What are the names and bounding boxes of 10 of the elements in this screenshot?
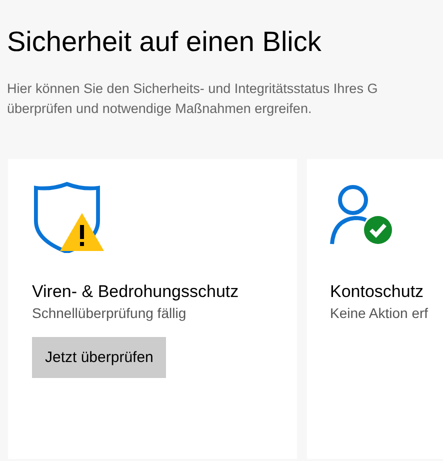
card-title: Kontoschutz [330, 281, 424, 303]
description-text: Hier können Sie den Sicherheits- und Integritätsstatus Ihres G [7, 80, 378, 98]
status-text: Keine Aktion erf [330, 304, 428, 323]
description-text: überprüfen und notwendige Maßnahmen ergreifen. [7, 100, 312, 118]
shield-warning-icon [32, 181, 104, 253]
card-title: Viren- & Bedrohungsschutz [32, 281, 239, 303]
page-title: Sicherheit auf einen Blick [6, 25, 322, 58]
scan-button[interactable]: Jetzt überprüfen [32, 337, 166, 378]
user-check-icon [330, 184, 394, 246]
status-text: Schnellüberprüfung fällig [32, 304, 186, 323]
